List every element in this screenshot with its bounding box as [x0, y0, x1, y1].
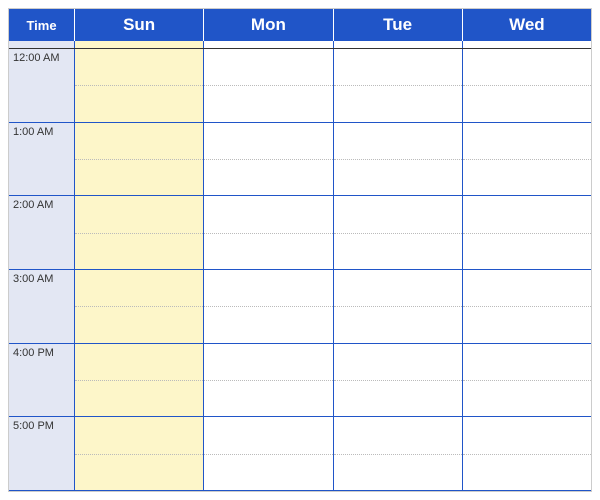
- time-slot[interactable]: [75, 123, 204, 197]
- time-slot[interactable]: [75, 270, 204, 344]
- time-label: 3:00 AM: [9, 270, 75, 344]
- time-label: 2:00 AM: [9, 196, 75, 270]
- time-label: 5:00 PM: [9, 417, 75, 491]
- time-slot[interactable]: [463, 270, 591, 344]
- time-slot[interactable]: [204, 196, 333, 270]
- day-header-wed[interactable]: Wed: [463, 9, 591, 41]
- hour-row: 4:00 PM: [9, 344, 591, 418]
- time-slot[interactable]: [204, 49, 333, 123]
- time-slot[interactable]: [334, 123, 463, 197]
- time-slot[interactable]: [334, 417, 463, 491]
- time-slot[interactable]: [463, 49, 591, 123]
- time-label: 12:00 AM: [9, 49, 75, 123]
- all-day-cell-tue[interactable]: [334, 41, 463, 48]
- time-slot[interactable]: [75, 49, 204, 123]
- time-label: 4:00 PM: [9, 344, 75, 418]
- hour-row: 3:00 AM: [9, 270, 591, 344]
- time-slot[interactable]: [463, 344, 591, 418]
- time-slot[interactable]: [75, 417, 204, 491]
- all-day-label-cell: [9, 41, 75, 48]
- calendar-header-row: Time Sun Mon Tue Wed: [9, 9, 591, 41]
- time-slot[interactable]: [334, 196, 463, 270]
- time-slot[interactable]: [463, 417, 591, 491]
- time-slot[interactable]: [204, 123, 333, 197]
- time-slot[interactable]: [463, 123, 591, 197]
- all-day-row: [9, 41, 591, 49]
- time-slot[interactable]: [463, 196, 591, 270]
- time-column-header: Time: [9, 9, 75, 41]
- all-day-cell-sun[interactable]: [75, 41, 204, 48]
- all-day-cell-wed[interactable]: [463, 41, 591, 48]
- hour-row: 12:00 AM: [9, 49, 591, 123]
- calendar-body: 12:00 AM 1:00 AM 2:00 AM 3:00 AM: [9, 41, 591, 491]
- time-slot[interactable]: [204, 270, 333, 344]
- time-slot[interactable]: [334, 270, 463, 344]
- time-slot[interactable]: [334, 49, 463, 123]
- day-header-sun[interactable]: Sun: [75, 9, 204, 41]
- day-header-tue[interactable]: Tue: [334, 9, 463, 41]
- hour-row: 2:00 AM: [9, 196, 591, 270]
- time-slot[interactable]: [334, 344, 463, 418]
- day-header-mon[interactable]: Mon: [204, 9, 333, 41]
- all-day-cell-mon[interactable]: [204, 41, 333, 48]
- time-slot[interactable]: [204, 344, 333, 418]
- time-slot[interactable]: [204, 417, 333, 491]
- hour-row: 1:00 AM: [9, 123, 591, 197]
- weekly-calendar: Time Sun Mon Tue Wed 12:00 AM 1:00 AM: [8, 8, 592, 492]
- hour-row: 5:00 PM: [9, 417, 591, 491]
- time-slot[interactable]: [75, 196, 204, 270]
- time-label: 1:00 AM: [9, 123, 75, 197]
- time-slot[interactable]: [75, 344, 204, 418]
